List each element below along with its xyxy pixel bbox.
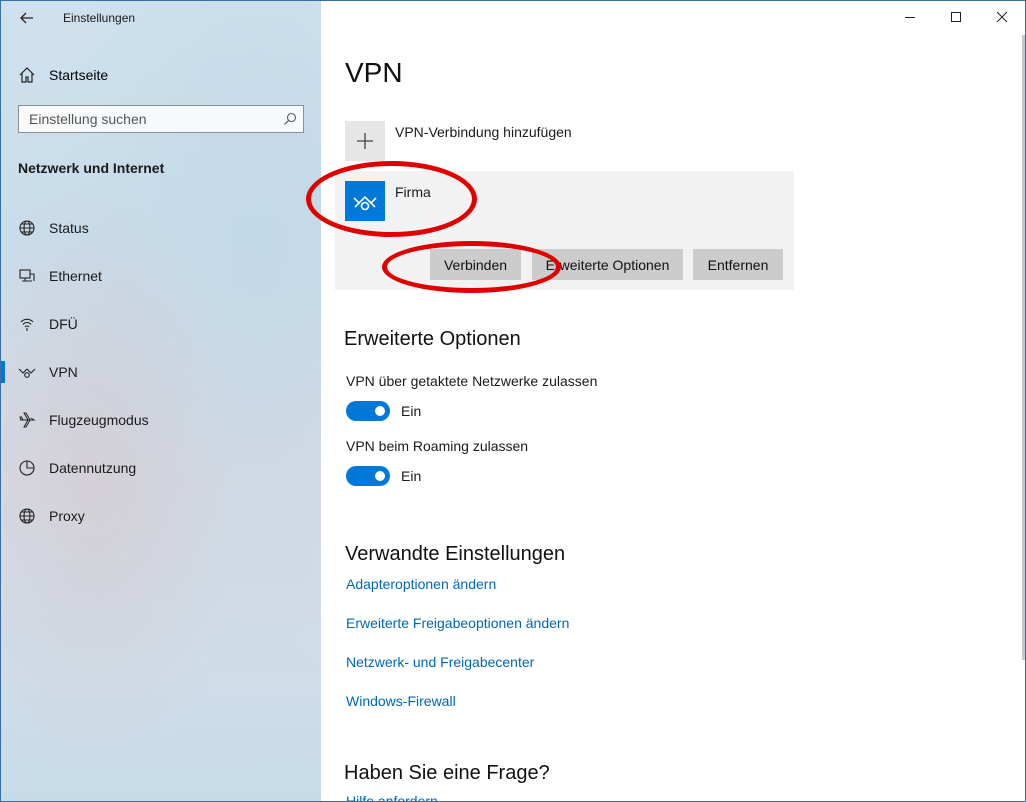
- metered-toggle[interactable]: [346, 401, 390, 421]
- ethernet-icon: [19, 269, 35, 282]
- app-title: Einstellungen: [63, 11, 136, 25]
- add-vpn-button[interactable]: VPN-Verbindung hinzufügen: [345, 121, 745, 161]
- vpn-connection-tile: [345, 181, 385, 221]
- sidebar-item-label: Datennutzung: [49, 460, 137, 476]
- maximize-button[interactable]: [933, 1, 979, 33]
- plus-tile: [345, 121, 385, 161]
- toggle-knob: [375, 406, 385, 416]
- vpn-icon: [18, 368, 36, 378]
- toggle-knob: [375, 471, 385, 481]
- adapter-options-link[interactable]: Adapteroptionen ändern: [346, 576, 496, 592]
- add-vpn-label: VPN-Verbindung hinzufügen: [395, 124, 572, 140]
- network-center-link[interactable]: Netzwerk- und Freigabecenter: [346, 654, 534, 670]
- advanced-options-button[interactable]: Erweiterte Optionen: [532, 249, 683, 280]
- question-heading: Haben Sie eine Frage?: [344, 762, 550, 784]
- sidebar-item-airplane[interactable]: Flugzeugmodus: [1, 403, 321, 451]
- sidebar-item-home[interactable]: Startseite: [1, 59, 321, 91]
- section-title: Netzwerk und Internet: [18, 160, 165, 176]
- sidebar-item-label: Ethernet: [49, 268, 102, 284]
- minimize-icon: [905, 17, 915, 18]
- vpn-connection-card[interactable]: Firma Verbinden Erweiterte Optionen Entf…: [335, 171, 794, 290]
- data-usage-icon: [19, 460, 35, 476]
- plus-icon: [357, 133, 373, 149]
- get-help-link[interactable]: Hilfe anfordern: [346, 793, 438, 801]
- close-button[interactable]: [979, 1, 1025, 33]
- sidebar-item-label: DFÜ: [49, 316, 78, 332]
- sidebar-item-proxy[interactable]: Proxy: [1, 499, 321, 547]
- scrollbar[interactable]: [1022, 35, 1025, 660]
- vpn-icon: [353, 195, 377, 211]
- sidebar-item-data-usage[interactable]: Datennutzung: [1, 451, 321, 499]
- sidebar-item-vpn[interactable]: VPN: [1, 355, 321, 403]
- back-arrow-icon: [20, 12, 33, 24]
- sidebar: Einstellungen Startseite Netzwerk und In…: [1, 1, 321, 801]
- page-title: VPN: [345, 57, 403, 88]
- search-input[interactable]: [19, 106, 289, 132]
- maximize-icon: [951, 12, 961, 22]
- roaming-toggle[interactable]: [346, 466, 390, 486]
- dialup-icon: [20, 318, 34, 331]
- selection-indicator: [1, 361, 5, 383]
- sidebar-item-status[interactable]: Status: [1, 211, 321, 259]
- minimize-button[interactable]: [887, 1, 933, 33]
- related-settings-heading: Verwandte Einstellungen: [345, 543, 566, 565]
- metered-toggle-state: Ein: [401, 403, 422, 419]
- close-icon: [996, 11, 1008, 23]
- advanced-options-heading: Erweiterte Optionen: [344, 328, 521, 350]
- titlebar-left: Einstellungen: [1, 1, 321, 37]
- airplane-icon: [19, 412, 36, 428]
- sidebar-item-label: Proxy: [49, 508, 85, 524]
- sidebar-item-label: Flugzeugmodus: [49, 412, 149, 428]
- connect-button[interactable]: Verbinden: [430, 249, 521, 280]
- globe-icon: [19, 220, 35, 236]
- sidebar-item-dfue[interactable]: DFÜ: [1, 307, 321, 355]
- vpn-connection-name: Firma: [395, 184, 431, 200]
- roaming-toggle-state: Ein: [401, 468, 422, 484]
- search-icon[interactable]: [283, 112, 297, 126]
- windows-firewall-link[interactable]: Windows-Firewall: [346, 693, 456, 709]
- globe-icon: [19, 508, 35, 524]
- sidebar-item-label: Status: [49, 220, 89, 236]
- settings-window: Einstellungen Startseite Netzwerk und In…: [0, 0, 1026, 802]
- sharing-options-link[interactable]: Erweiterte Freigabeoptionen ändern: [346, 615, 569, 631]
- remove-button[interactable]: Entfernen: [693, 249, 783, 280]
- sidebar-item-label: Startseite: [49, 67, 109, 83]
- sidebar-item-ethernet[interactable]: Ethernet: [1, 259, 321, 307]
- roaming-option-label: VPN beim Roaming zulassen: [346, 438, 529, 454]
- home-icon: [19, 67, 35, 83]
- main-content: VPN VPN-Verbindung hinzufügen Firma Verb…: [306, 1, 1025, 801]
- sidebar-item-label: VPN: [49, 364, 78, 380]
- sidebar-nav: Status Ethernet DFÜ VPN Flugzeugmodus Da…: [1, 211, 321, 547]
- metered-option-label: VPN über getaktete Netzwerke zulassen: [346, 373, 598, 389]
- back-button[interactable]: [15, 7, 39, 29]
- search-box[interactable]: [18, 105, 304, 133]
